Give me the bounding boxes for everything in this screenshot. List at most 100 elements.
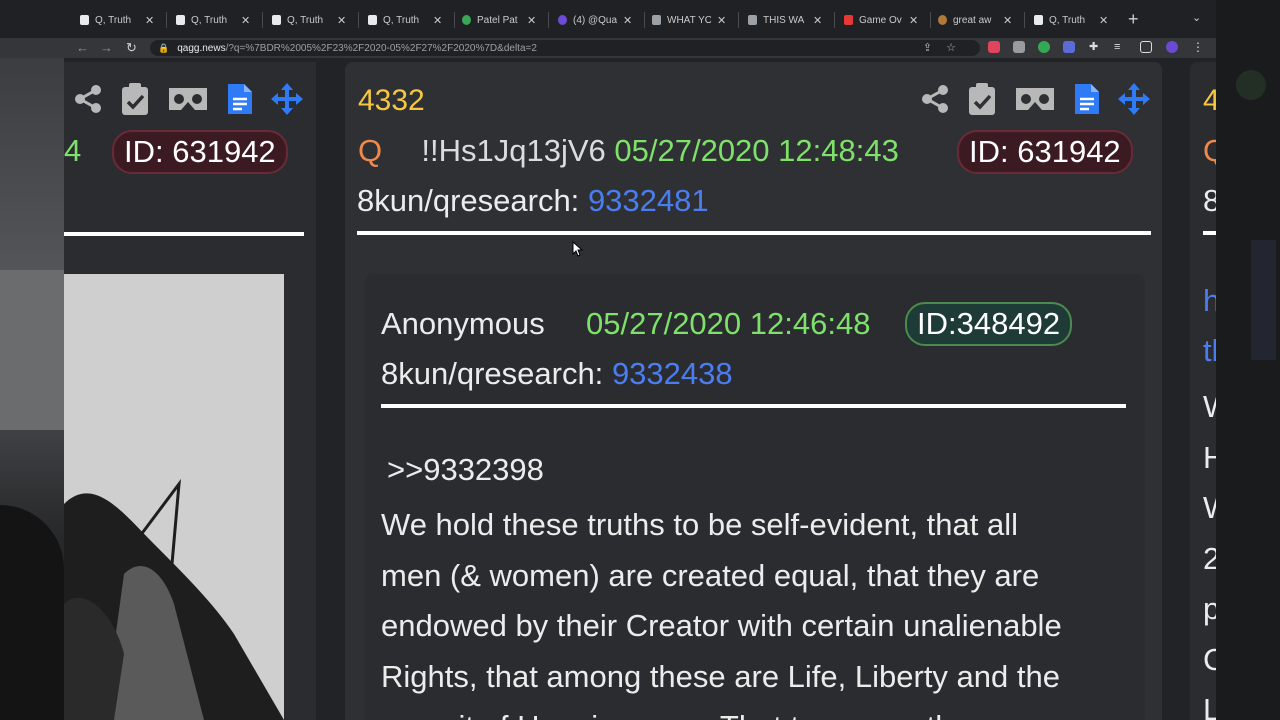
post-number-fragment: 4 (64, 133, 82, 168)
text-fragment: W H W 2 p C L (1203, 389, 1216, 720)
reply-author: Anonymous (381, 306, 545, 341)
close-icon[interactable]: ✕ (527, 14, 536, 27)
body-line: Rights, that among these are Life, Liber… (381, 658, 1060, 694)
side-panel-icon[interactable] (1140, 41, 1152, 53)
close-icon[interactable]: ✕ (241, 14, 250, 27)
tab-title: Q, Truth (1049, 14, 1086, 26)
close-icon[interactable]: ✕ (145, 14, 154, 27)
extension-icon[interactable] (988, 41, 1000, 53)
tab-title: Q, Truth (287, 14, 324, 26)
clipboard-check-icon[interactable] (967, 82, 997, 121)
grammarly-icon[interactable] (1038, 41, 1050, 53)
tab[interactable]: WHAT YO ✕ (652, 9, 726, 31)
close-icon[interactable]: ✕ (813, 14, 822, 27)
divider (64, 232, 304, 236)
id-badge: ID: 631942 (957, 130, 1133, 174)
tab[interactable]: Q, Truth ✕ (1034, 9, 1108, 31)
q-label: Q (358, 133, 383, 168)
tab[interactable]: Patel Pat ✕ (462, 9, 536, 31)
move-arrows-icon[interactable] (1117, 82, 1151, 121)
reply-datetime: 05/27/2020 12:46:48 (586, 306, 871, 341)
divider (357, 231, 1151, 235)
divider (381, 404, 1126, 408)
page-icon (368, 15, 377, 25)
tab[interactable]: (4) @Qua ✕ (558, 9, 632, 31)
site-icon (462, 15, 471, 25)
vr-headset-icon[interactable] (1013, 85, 1057, 118)
tab[interactable]: great aw ✕ (938, 9, 1012, 31)
quoted-reply: Anonymous 05/27/2020 12:46:48 ID:348492 … (365, 274, 1145, 720)
page-icon (1034, 15, 1043, 25)
body-line: men (& women) are created equal, that th… (381, 557, 1040, 593)
avatar[interactable] (1166, 41, 1178, 53)
post-datetime: 05/27/2020 12:48:43 (614, 133, 899, 168)
id-badge: ID: 631942 (112, 130, 288, 174)
close-icon[interactable]: ✕ (433, 14, 442, 27)
reply-board-post-link[interactable]: 9332438 (612, 356, 733, 391)
tab[interactable]: Q, Truth ✕ (80, 9, 154, 31)
blurred-background-left (0, 58, 64, 720)
tripcode: !!Hs1Jq13jV6 (421, 133, 606, 168)
address-bar[interactable]: 🔒 qagg.news/?q=%7BDR%2005%2F23%2F2020-05… (150, 40, 980, 56)
reply-board-source: 8kun/qresearch: 9332438 (381, 354, 733, 394)
tab-title: great aw (953, 14, 992, 26)
page-icon (176, 15, 185, 25)
tab[interactable]: Game Ov ✕ (844, 9, 918, 31)
document-icon[interactable] (226, 82, 254, 121)
tab[interactable]: Q, Truth ✕ (368, 9, 442, 31)
tab-title: Patel Pat (477, 14, 518, 26)
body-line: We hold these truths to be self-evident,… (381, 507, 1019, 542)
vr-headset-icon[interactable] (166, 85, 210, 118)
reading-list-icon[interactable]: ≡ (1114, 41, 1126, 53)
move-arrows-icon[interactable] (270, 82, 304, 121)
reply-board-label: 8kun/qresearch: (381, 356, 604, 391)
back-icon[interactable]: ← (76, 40, 89, 56)
extension-icon[interactable] (1063, 41, 1075, 53)
document-icon[interactable] (1073, 82, 1101, 121)
reply-reference[interactable]: >>9332398 (387, 450, 544, 490)
post-actions (72, 82, 316, 121)
post-number-fragment: 4 (1203, 84, 1216, 117)
link-fragment[interactable]: h (1203, 282, 1216, 320)
forward-icon[interactable]: → (100, 40, 113, 56)
close-icon[interactable]: ✕ (337, 14, 346, 27)
body-line: endowed by their Creator with certain un… (381, 608, 1062, 643)
page-icon (80, 15, 89, 25)
close-icon[interactable]: ✕ (909, 14, 918, 27)
post-number: 4332 (358, 84, 425, 117)
close-icon[interactable]: ✕ (1003, 14, 1012, 27)
tab-title: Q, Truth (95, 14, 132, 26)
site-icon (652, 15, 661, 25)
board-post-link[interactable]: 9332481 (588, 183, 709, 218)
share-icon[interactable] (72, 83, 104, 120)
close-icon[interactable]: ✕ (1099, 14, 1108, 27)
tab[interactable]: Q, Truth ✕ (272, 9, 346, 31)
clipboard-check-icon[interactable] (120, 82, 150, 121)
share-icon[interactable] (919, 83, 951, 120)
photo (64, 274, 284, 720)
lock-icon: 🔒 (158, 42, 170, 53)
divider (1203, 231, 1216, 235)
chevron-down-icon[interactable]: ⌄ (1192, 11, 1201, 24)
blurred-background-right (1216, 0, 1280, 720)
youtube-icon (844, 15, 853, 25)
tab[interactable]: Q, Truth ✕ (176, 9, 250, 31)
close-icon[interactable]: ✕ (623, 14, 632, 27)
new-tab-icon[interactable]: + (1128, 9, 1139, 29)
post-card-next: 4 Q 8 h tl W H W 2 p C L (1190, 62, 1216, 720)
link-fragment[interactable]: tl (1203, 332, 1216, 370)
tab-title: Q, Truth (191, 14, 228, 26)
tab[interactable]: THIS WA ✕ (748, 9, 822, 31)
post-card: 4332 Q !!Hs1Jq13jV6 05/27/2020 12:48:43 … (345, 62, 1162, 720)
reload-icon[interactable]: ↻ (126, 40, 137, 56)
tab-title: THIS WA (763, 14, 805, 26)
url-path: /?q=%7BDR%2005%2F23%2F2020-05%2F27%2F202… (225, 42, 537, 54)
puzzle-icon[interactable]: ✚ (1089, 41, 1101, 53)
address-bar-icons[interactable]: ⇪☆ (923, 41, 970, 54)
kebab-menu-icon[interactable]: ⋮ (1192, 41, 1204, 53)
close-icon[interactable]: ✕ (717, 14, 726, 27)
board-fragment: 8 (1203, 183, 1216, 218)
extension-icon[interactable] (1013, 41, 1025, 53)
site-icon (748, 15, 757, 25)
post-header: Q !!Hs1Jq13jV6 05/27/2020 12:48:43 (358, 132, 899, 170)
